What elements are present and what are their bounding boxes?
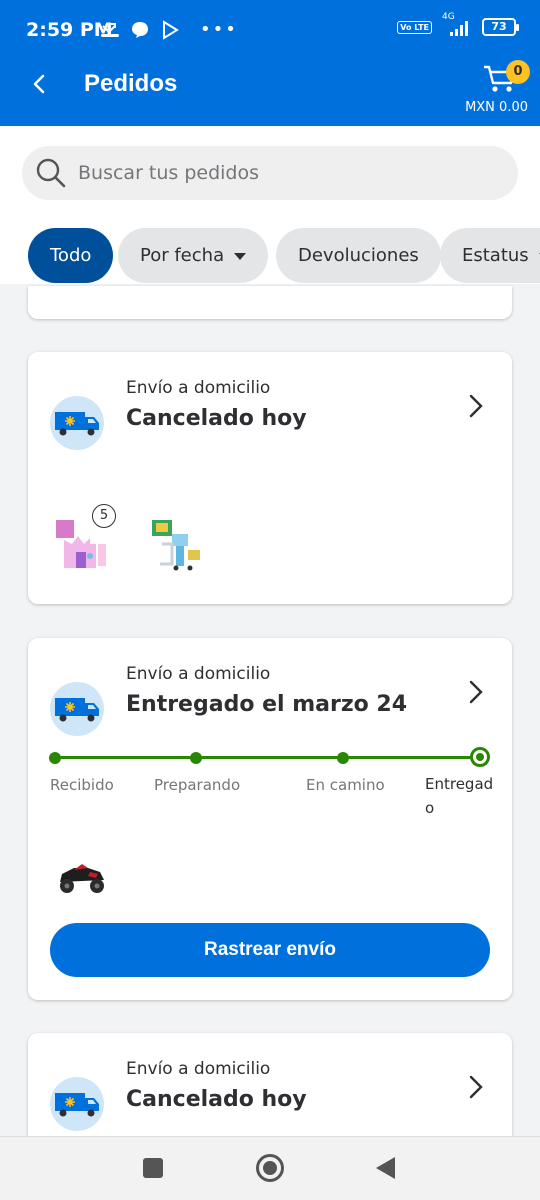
order-type: Envío a domicilio	[126, 378, 271, 398]
battery-icon: 73	[482, 18, 519, 36]
ride-on-atv-image	[52, 848, 112, 908]
order-status: Cancelado hoy	[126, 406, 307, 431]
chevron-right-icon[interactable]	[464, 678, 488, 706]
delivery-truck-icon	[50, 682, 104, 736]
tracking-progress-line	[54, 756, 478, 759]
cart-count-badge: 0	[506, 60, 530, 84]
more-notifications-icon: •••	[200, 19, 238, 40]
system-navigation-bar	[0, 1136, 540, 1200]
filter-chip-todo[interactable]: Todo	[28, 228, 114, 283]
order-status: Cancelado hoy	[126, 1087, 307, 1112]
search-bar[interactable]	[22, 146, 518, 200]
order-type: Envío a domicilio	[126, 664, 271, 684]
quantity-badge: 5	[92, 504, 116, 528]
page-title: Pedidos	[84, 70, 178, 97]
tracking-current-step-icon	[470, 747, 490, 767]
missed-call-icon	[100, 20, 120, 40]
order-status: Entregado el marzo 24	[126, 692, 408, 717]
back-button[interactable]	[376, 1157, 395, 1179]
order-card[interactable]: Envío a domicilio Entregado el marzo 24 …	[28, 638, 512, 1000]
tracking-step-label: Recibido	[50, 776, 114, 794]
cart-amount: MXN 0.00	[465, 100, 528, 115]
volte-icon: Vo LTE	[397, 20, 432, 34]
order-type: Envío a domicilio	[126, 1059, 271, 1079]
search-icon	[34, 156, 68, 190]
order-card[interactable]: Envío a domicilio Cancelado hoy	[28, 1033, 512, 1153]
home-button[interactable]	[256, 1154, 284, 1182]
tracking-step-dot	[337, 752, 349, 764]
order-card[interactable]: Envío a domicilio Cancelado hoy 5	[28, 352, 512, 604]
recent-apps-button[interactable]	[143, 1158, 163, 1178]
status-bar: 2:59 PM ••• Vo LTE 4G 73	[0, 0, 540, 60]
filter-chip-por-fecha[interactable]: Por fecha	[118, 228, 269, 283]
delivery-truck-icon	[50, 396, 104, 450]
chevron-right-icon[interactable]	[464, 392, 488, 420]
previous-order-card[interactable]	[28, 286, 512, 319]
dropdown-caret-icon	[234, 252, 247, 260]
track-shipment-button[interactable]: Rastrear envío	[50, 923, 490, 977]
play-store-icon	[160, 20, 180, 40]
tracking-step-label: Preparando	[154, 776, 241, 794]
tracking-step-dot	[49, 752, 61, 764]
signal-icon: 4G	[442, 12, 472, 36]
toy-playset-image	[146, 514, 206, 574]
filter-chips: Todo Por fecha Devoluciones Estatus	[0, 228, 540, 284]
system-icons: Vo LTE 4G 73	[397, 12, 519, 36]
tracking-step-dot	[190, 752, 202, 764]
chevron-right-icon[interactable]	[464, 1073, 488, 1101]
filter-chip-estatus[interactable]: Estatus	[440, 228, 540, 283]
app-header: Pedidos 0 MXN 0.00	[0, 60, 540, 126]
chat-icon	[130, 20, 150, 40]
filter-chip-devoluciones[interactable]: Devoluciones	[276, 228, 441, 283]
notification-icons: •••	[100, 20, 238, 40]
delivery-truck-icon	[50, 1077, 104, 1131]
tracking-step-label: En camino	[306, 776, 385, 794]
tracking-step-label-current: Entregado	[425, 775, 494, 817]
search-input[interactable]	[78, 156, 498, 190]
back-arrow-icon[interactable]	[22, 66, 58, 102]
